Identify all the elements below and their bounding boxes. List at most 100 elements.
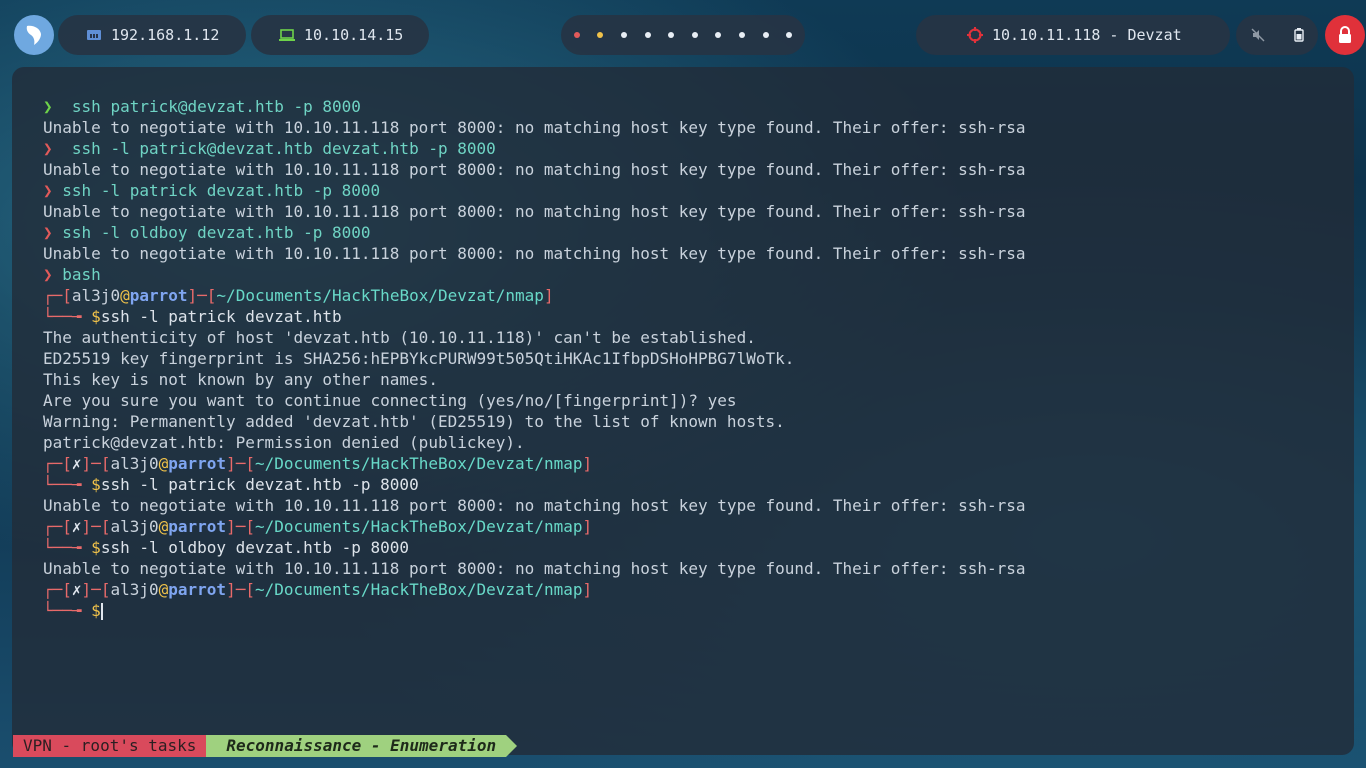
workspace-3[interactable]	[620, 32, 627, 38]
volume-muted-icon[interactable]	[1251, 28, 1265, 42]
prompt-command-line: └──╼ $ssh -l oldboy devzat.htb -p 8000	[43, 537, 1026, 558]
prompt-header-line: ┌─[al3j0@parrot]─[~/Documents/HackTheBox…	[43, 285, 1026, 306]
output-line: Unable to negotiate with 10.10.11.118 po…	[43, 159, 1026, 180]
prompt-user: al3j0	[110, 580, 159, 599]
text-cursor	[100, 603, 103, 620]
output-line: The authenticity of host 'devzat.htb (10…	[43, 327, 1026, 348]
laptop-icon	[279, 29, 295, 41]
prompt-user: al3j0	[71, 286, 121, 305]
prompt-host: parrot	[168, 580, 227, 599]
command-line: ❯ ssh -l patrick@devzat.htb devzat.htb -…	[43, 138, 1026, 159]
command-line: ❯ bash	[43, 264, 1026, 285]
local-ip-text: 192.168.1.12	[111, 26, 220, 44]
crosshair-icon	[967, 27, 983, 43]
prompt-frame: ]	[582, 580, 593, 599]
prompt-command-line: └──╼ $ssh -l patrick devzat.htb -p 8000	[43, 474, 1026, 495]
command-text: ssh -l patrick devzat.htb -p 8000	[62, 181, 381, 200]
prompt-path: ~/Documents/HackTheBox/Devzat/nmap	[254, 517, 583, 536]
prompt-path: ~/Documents/HackTheBox/Devzat/nmap	[254, 454, 583, 473]
prompt-frame: @	[158, 580, 169, 599]
parrot-menu-button[interactable]	[14, 15, 54, 55]
workspace-10[interactable]	[786, 32, 793, 38]
prompt-frame: ┌─	[43, 517, 63, 536]
output-text: patrick@devzat.htb: Permission denied (p…	[43, 433, 525, 452]
prompt-header-line: ┌─[✗]─[al3j0@parrot]─[~/Documents/HackTh…	[43, 516, 1026, 537]
vpn-ip-indicator[interactable]: 10.10.14.15	[251, 15, 429, 55]
output-text: Unable to negotiate with 10.10.11.118 po…	[43, 118, 1026, 137]
status-bar: VPN - root's tasks Reconnaissance - Enum…	[13, 735, 517, 757]
workspace-6[interactable]	[691, 32, 698, 38]
command-line: ❯ ssh -l patrick devzat.htb -p 8000	[43, 180, 1026, 201]
command-text: ssh -l patrick devzat.htb -p 8000	[100, 475, 419, 494]
output-line: Unable to negotiate with 10.10.11.118 po…	[43, 117, 1026, 138]
target-text: 10.10.11.118 - Devzat	[992, 26, 1182, 44]
prompt-frame: └──╼	[43, 538, 92, 557]
output-text: ED25519 key fingerprint is SHA256:hEPBYk…	[43, 349, 795, 368]
prompt-path: ~/Documents/HackTheBox/Devzat/nmap	[254, 580, 583, 599]
command-line: ❯ ssh patrick@devzat.htb -p 8000	[43, 96, 1026, 117]
output-line: This key is not known by any other names…	[43, 369, 1026, 390]
workspace-4[interactable]	[644, 32, 651, 38]
prompt-frame: @	[158, 517, 169, 536]
workspace-7[interactable]	[715, 32, 722, 38]
prompt-frame: ]─[	[187, 286, 217, 305]
vpn-ip-text: 10.10.14.15	[304, 26, 404, 44]
prompt-frame: [	[100, 580, 111, 599]
prompt-user: al3j0	[110, 517, 159, 536]
workspace-2[interactable]	[597, 32, 604, 38]
output-line: Warning: Permanently added 'devzat.htb' …	[43, 411, 1026, 432]
output-text: Unable to negotiate with 10.10.11.118 po…	[43, 559, 1026, 578]
command-text: ssh patrick@devzat.htb -p 8000	[62, 97, 361, 116]
output-line: ED25519 key fingerprint is SHA256:hEPBYk…	[43, 348, 1026, 369]
system-tray	[1236, 15, 1318, 55]
lock-button[interactable]	[1325, 15, 1365, 55]
prompt-frame: [	[62, 580, 72, 599]
output-line: Unable to negotiate with 10.10.11.118 po…	[43, 495, 1026, 516]
command-text: bash	[62, 265, 101, 284]
exit-status-icon: ✗	[71, 454, 82, 473]
output-text: Unable to negotiate with 10.10.11.118 po…	[43, 202, 1026, 221]
top-bar: 192.168.1.12 10.10.14.15 10.10.11.118 - …	[0, 0, 1366, 66]
prompt-frame: ]─	[81, 580, 101, 599]
terminal-output: ❯ ssh patrick@devzat.htb -p 8000 Unable t…	[43, 96, 1026, 621]
target-indicator[interactable]: 10.10.11.118 - Devzat	[916, 15, 1230, 55]
parrot-logo-icon	[26, 25, 41, 45]
prompt-frame: $	[91, 307, 101, 326]
current-task-segment: Reconnaissance - Enumeration	[206, 735, 517, 757]
output-text: Unable to negotiate with 10.10.11.118 po…	[43, 160, 1026, 179]
workspace-9[interactable]	[762, 32, 769, 38]
prompt-frame: $	[91, 538, 101, 557]
prompt-frame: [	[100, 454, 111, 473]
prompt-frame: ┌─	[43, 286, 63, 305]
output-text: The authenticity of host 'devzat.htb (10…	[43, 328, 756, 347]
workspace-5[interactable]	[668, 32, 675, 38]
output-line: Unable to negotiate with 10.10.11.118 po…	[43, 558, 1026, 579]
terminal-window[interactable]: ❯ ssh patrick@devzat.htb -p 8000 Unable t…	[12, 67, 1354, 755]
command-text: ssh -l patrick@devzat.htb devzat.htb -p …	[62, 139, 496, 158]
workspace-8[interactable]	[738, 32, 745, 38]
prompt-frame: ]─[	[226, 517, 255, 536]
prompt-arrow-icon: ❯	[43, 97, 53, 116]
prompt-host: parrot	[168, 517, 227, 536]
prompt-frame: ]	[543, 286, 554, 305]
prompt-arrow-icon: ❯	[43, 181, 53, 200]
prompt-frame: ]─[	[226, 580, 255, 599]
prompt-frame: ]─[	[226, 454, 255, 473]
workspace-1[interactable]	[573, 32, 580, 38]
prompt-frame: └──╼	[43, 475, 92, 494]
prompt-host: parrot	[168, 454, 227, 473]
prompt-frame: └──╼	[43, 307, 92, 326]
prompt-frame: ]─	[81, 454, 101, 473]
battery-icon[interactable]	[1293, 28, 1304, 42]
output-text: Unable to negotiate with 10.10.11.118 po…	[43, 244, 1026, 263]
prompt-user: al3j0	[110, 454, 159, 473]
ethernet-icon	[87, 30, 101, 40]
vpn-tasks-segment: VPN - root's tasks	[13, 735, 218, 757]
prompt-arrow-icon: ❯	[43, 223, 53, 242]
prompt-frame: @	[120, 286, 130, 305]
prompt-frame: ┌─	[43, 454, 63, 473]
prompt-command-line: └──╼ $ssh -l patrick devzat.htb	[43, 306, 1026, 327]
prompt-frame: $	[91, 601, 101, 620]
local-ip-indicator[interactable]: 192.168.1.12	[58, 15, 246, 55]
lock-icon	[1339, 26, 1351, 43]
